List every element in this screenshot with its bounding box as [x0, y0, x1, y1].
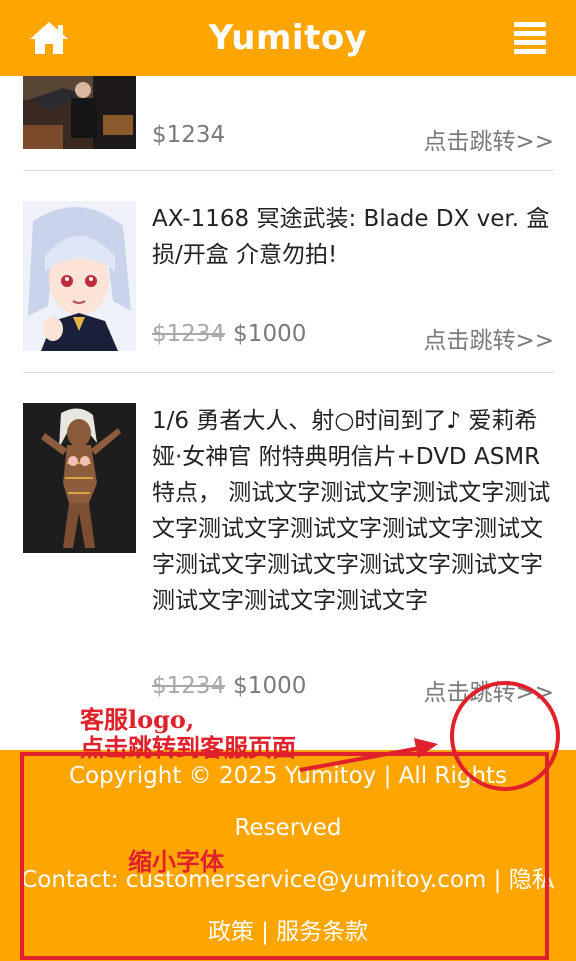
product-item[interactable]: AX-1168 冥途武装: Blade DX ver. 盒损/开盒 介意勿拍! … — [23, 201, 554, 371]
divider — [23, 170, 554, 171]
goto-link[interactable]: 点击跳转>> — [423, 122, 554, 156]
goto-link[interactable]: 点击跳转>> — [423, 321, 554, 355]
product-title[interactable]: AX-1168 冥途武装: Blade DX ver. 盒损/开盒 介意勿拍! — [152, 201, 557, 273]
footer-policy-links[interactable]: 政策 | 服务条款 — [0, 906, 576, 958]
original-price: $1234 — [152, 673, 226, 699]
brand-title[interactable]: Yumitoy — [0, 18, 576, 58]
product-price: $1234 — [152, 122, 226, 148]
goto-link[interactable]: 点击跳转>> — [423, 673, 554, 707]
product-price: $1000 — [233, 321, 307, 347]
annotation-note-font: 缩小字体 — [128, 847, 224, 876]
product-title[interactable]: 1/6 勇者大人、射○时间到了♪ 爱莉希娅·女神官 附特典明信片+DVD ASM… — [152, 403, 557, 619]
product-thumbnail[interactable] — [23, 403, 136, 553]
annotation-note-logo-detail: 点击跳转到客服页面 — [80, 733, 296, 762]
footer-contact[interactable]: Contact: customerservice@yumitoy.com | 隐… — [0, 854, 576, 906]
site-footer: Copyright © 2025 Yumitoy | All Rights Re… — [0, 750, 576, 961]
product-item[interactable]: 1/6 勇者大人、射○时间到了♪ 爱莉希娅·女神官 附特典明信片+DVD ASM… — [23, 403, 557, 706]
product-item[interactable]: $1234 点击跳转>> — [23, 60, 554, 170]
original-price: $1234 — [152, 321, 226, 347]
hamburger-menu-icon[interactable] — [514, 22, 550, 56]
product-price: $1000 — [233, 673, 307, 699]
footer-copyright-cont: Reserved — [234, 815, 342, 841]
top-navbar: Yumitoy — [0, 0, 576, 76]
product-thumbnail[interactable] — [23, 201, 136, 351]
divider — [23, 372, 554, 373]
